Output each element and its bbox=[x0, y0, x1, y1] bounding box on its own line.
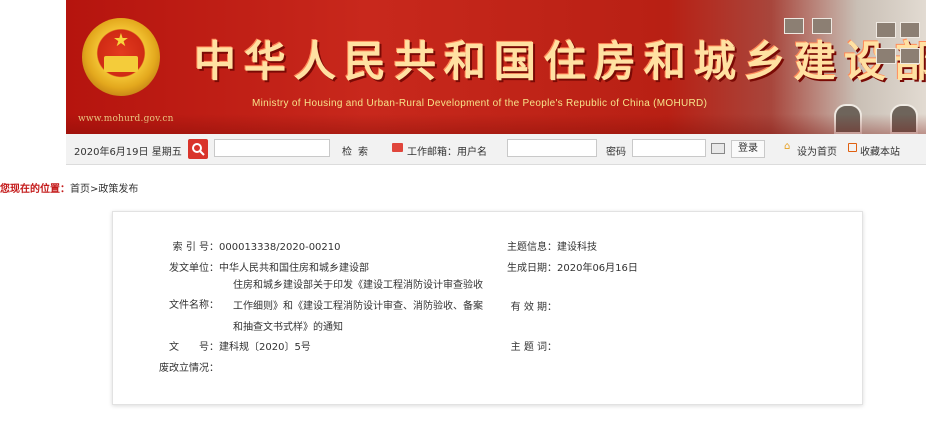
current-date: 2020年6月19日 星期五 bbox=[74, 147, 182, 158]
site-banner: ★ www.mohurd.gov.cn 中华人民共和国住房和城乡建设部 Mini… bbox=[66, 0, 926, 134]
validity-row: 有 效 期： bbox=[497, 298, 557, 313]
password-label: 密码 bbox=[606, 147, 626, 158]
topic-row: 主题信息：建设科技 bbox=[497, 238, 597, 253]
building-window bbox=[900, 48, 920, 64]
password-input[interactable] bbox=[632, 139, 706, 157]
status-row: 废改立情况： bbox=[153, 359, 219, 374]
username-input[interactable] bbox=[507, 139, 597, 157]
building-arch bbox=[890, 104, 918, 134]
issuer-row: 发文单位：中华人民共和国住房和城乡建设部 bbox=[153, 259, 369, 274]
date-label: 生成日期： bbox=[507, 263, 557, 274]
issuer-value: 中华人民共和国住房和城乡建设部 bbox=[219, 263, 369, 274]
date-value: 2020年06月16日 bbox=[557, 263, 638, 274]
site-url: www.mohurd.gov.cn bbox=[78, 114, 174, 124]
emblem-stars: ★ bbox=[112, 30, 130, 51]
breadcrumb-current-link[interactable]: 政策发布 bbox=[98, 184, 138, 195]
set-homepage-link[interactable]: 设为首页 bbox=[797, 143, 837, 158]
filename-label: 文件名称： bbox=[169, 300, 219, 311]
issuer-label: 发文单位： bbox=[169, 263, 219, 274]
keywords-label: 主 题 词： bbox=[510, 342, 557, 353]
filename-line: 和抽查文书式样》的通知 bbox=[233, 322, 343, 333]
topic-value: 建设科技 bbox=[557, 242, 597, 253]
index-number-label: 索 引 号： bbox=[172, 242, 219, 253]
search-icon[interactable] bbox=[188, 139, 208, 159]
home-icon: ⌂ bbox=[784, 141, 791, 152]
login-button[interactable]: 登录 bbox=[731, 140, 765, 158]
search-input[interactable] bbox=[214, 139, 330, 157]
validity-label: 有 效 期： bbox=[510, 302, 557, 313]
building-window bbox=[876, 22, 896, 38]
document-info-card: 索 引 号：000013338/2020-00210 发文单位：中华人民共和国住… bbox=[112, 211, 863, 405]
breadcrumb: 您现在的位置：首页>政策发布 bbox=[0, 180, 138, 195]
building-arch bbox=[834, 104, 862, 134]
search-button[interactable]: 检索 bbox=[342, 143, 374, 158]
building-window bbox=[900, 22, 920, 38]
status-label: 废改立情况： bbox=[159, 363, 219, 374]
building-window bbox=[812, 18, 832, 34]
building-window bbox=[784, 18, 804, 34]
top-toolbar: 2020年6月19日 星期五 检索 工作邮箱：用户名 密码 登录 ⌂ 设为首页 … bbox=[66, 134, 926, 165]
building-image bbox=[776, 0, 926, 134]
index-number-value: 000013338/2020-00210 bbox=[219, 242, 341, 253]
mail-icon bbox=[392, 143, 403, 152]
date-row: 生成日期：2020年06月16日 bbox=[497, 259, 638, 274]
topic-label: 主题信息： bbox=[507, 242, 557, 253]
keyboard-icon[interactable] bbox=[711, 143, 725, 154]
national-emblem: ★ bbox=[82, 18, 160, 96]
keywords-row: 主 题 词： bbox=[497, 338, 557, 353]
docno-row: 文 号：建科规〔2020〕5号 bbox=[153, 338, 311, 353]
docno-value: 建科规〔2020〕5号 bbox=[219, 342, 311, 353]
bookmark-icon bbox=[848, 143, 857, 152]
page-wrapper: ★ www.mohurd.gov.cn 中华人民共和国住房和城乡建设部 Mini… bbox=[66, 0, 926, 165]
docno-label: 文 号： bbox=[169, 342, 219, 353]
index-number-row: 索 引 号：000013338/2020-00210 bbox=[153, 238, 341, 253]
filename-line: 工作细则》和《建设工程消防设计审查、消防验收、备案 bbox=[233, 301, 483, 312]
username-label: 工作邮箱：用户名 bbox=[407, 147, 487, 158]
breadcrumb-home-link[interactable]: 首页 bbox=[70, 184, 90, 195]
filename-row: 文件名称： bbox=[153, 296, 219, 311]
site-subtitle: Ministry of Housing and Urban-Rural Deve… bbox=[252, 98, 708, 109]
filename-value: 住房和城乡建设部关于印发《建设工程消防设计审查验收 工作细则》和《建设工程消防设… bbox=[233, 275, 483, 338]
breadcrumb-label: 您现在的位置： bbox=[0, 184, 70, 195]
filename-line: 住房和城乡建设部关于印发《建设工程消防设计审查验收 bbox=[233, 280, 483, 291]
bookmark-link[interactable]: 收藏本站 bbox=[860, 143, 900, 158]
emblem-gate bbox=[104, 56, 138, 72]
building-window bbox=[876, 48, 896, 64]
